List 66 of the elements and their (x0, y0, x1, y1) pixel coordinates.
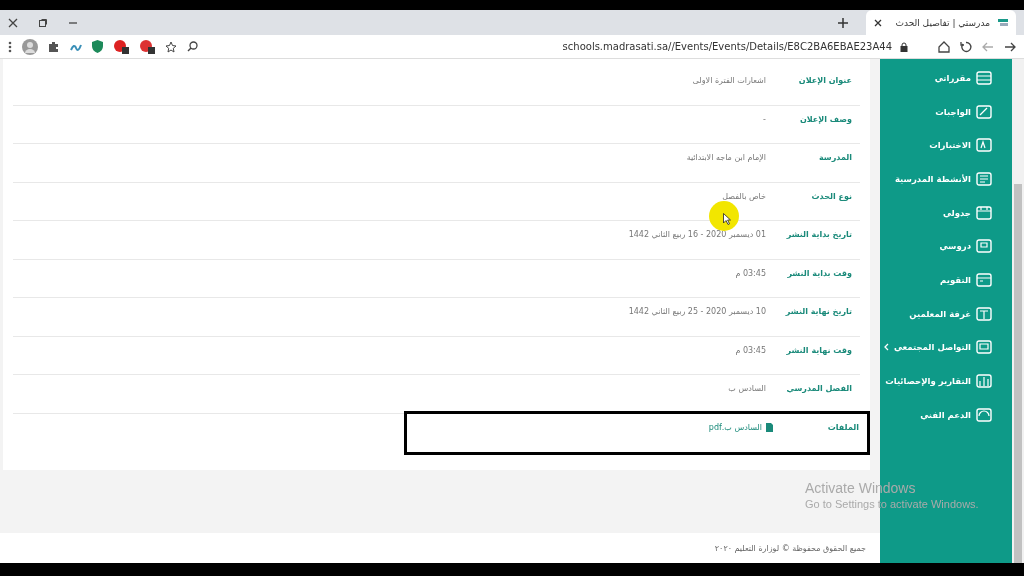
file-icon (766, 422, 773, 432)
shield-icon[interactable] (92, 40, 103, 53)
field-value: 03:45 م (735, 345, 766, 355)
field-label: المدرسة (817, 153, 852, 162)
browser-tab[interactable]: مدرستي | تفاصيل الحدث (866, 10, 1016, 35)
puzzle-icon[interactable] (48, 40, 60, 53)
avatar-icon[interactable] (22, 38, 38, 55)
footer-text: جميع الحقوق محفوظة © لوزارة التعليم ٢٠٢٠ (714, 543, 866, 553)
field-label: وقت نهاية النشر (785, 345, 852, 355)
menu-item-icon (976, 138, 992, 153)
chevron-icon[interactable] (883, 343, 889, 352)
field-value: اشعارات الفترة الاولى (692, 76, 766, 85)
sidebar-item[interactable]: مقرراتي (880, 61, 1012, 95)
extension-icon[interactable] (113, 39, 129, 54)
field-label: تاريخ نهاية النشر (784, 307, 852, 316)
menu-item-icon (976, 70, 992, 85)
field-label: نوع الحدث (810, 191, 852, 201)
back-icon[interactable] (1004, 40, 1016, 53)
menu-item-icon (976, 104, 992, 119)
field-label: الملفات (826, 422, 859, 432)
menu-item-icon (976, 272, 992, 287)
sidebar-item[interactable]: الاختبارات (880, 128, 1012, 163)
close-icon[interactable] (8, 17, 18, 28)
pointer-icon (723, 213, 731, 225)
menu-item-icon (976, 374, 992, 389)
menu-item-icon (976, 340, 992, 355)
field-label: وقت بداية النشر (786, 268, 852, 278)
menu-item-icon (976, 407, 992, 422)
sidebar-item[interactable]: دروسي (880, 229, 1012, 264)
home-icon[interactable] (938, 40, 950, 53)
sidebar-item[interactable]: الواجبات (880, 94, 1012, 129)
field-label: وصف الإعلان (798, 114, 852, 124)
field-label: تاريخ بداية النشر (785, 230, 852, 239)
restore-icon[interactable] (38, 17, 48, 28)
sidebar-item[interactable]: التقارير والإحصائيات (880, 364, 1012, 398)
field-label: الفصل المدرسي (785, 384, 852, 393)
sidebar-item[interactable]: التقويم (880, 263, 1012, 297)
field-value: خاص بالفصل (722, 191, 766, 201)
menu-item-icon (976, 205, 992, 220)
lock-icon (900, 41, 908, 52)
sidebar-item[interactable]: جدولي (880, 195, 1012, 230)
sidebar-item[interactable]: الدعم الفني (880, 397, 1012, 432)
sidebar-item[interactable]: غرفة المعلمين (880, 296, 1012, 331)
field-value: السادس ب (728, 384, 766, 393)
menu-item-icon (976, 171, 992, 186)
extension-icon[interactable] (139, 39, 155, 54)
field-value: 03:45 م (735, 268, 766, 278)
sidebar-item[interactable]: التواصل المجتمعي (880, 330, 1012, 365)
field-value: 01 ديسمبر 2020 - 16 ربيع الثاني 1442 (628, 230, 766, 239)
field-value: - (763, 114, 766, 124)
star-icon[interactable] (165, 40, 177, 53)
field-label: عنوان الإعلان (797, 76, 852, 85)
menu-item-icon (976, 239, 992, 254)
menu-icon[interactable] (8, 40, 12, 53)
close-icon[interactable] (874, 18, 882, 27)
file-link[interactable]: السادس ب.pdf (708, 422, 773, 432)
field-value: الإمام ابن ماجه الابتدائية (686, 153, 766, 162)
new-tab-icon[interactable] (838, 17, 848, 28)
scrollbar[interactable] (1012, 59, 1024, 563)
search-icon[interactable] (187, 41, 198, 52)
field-value: 10 ديسمبر 2020 - 25 ربيع الثاني 1442 (628, 307, 766, 316)
menu-item-icon (976, 306, 992, 321)
site-icon (998, 18, 1008, 27)
tab-title: مدرستي | تفاصيل الحدث (894, 17, 990, 28)
sidebar-item[interactable]: الأنشطة المدرسية (880, 162, 1012, 196)
reload-icon[interactable] (960, 40, 972, 53)
